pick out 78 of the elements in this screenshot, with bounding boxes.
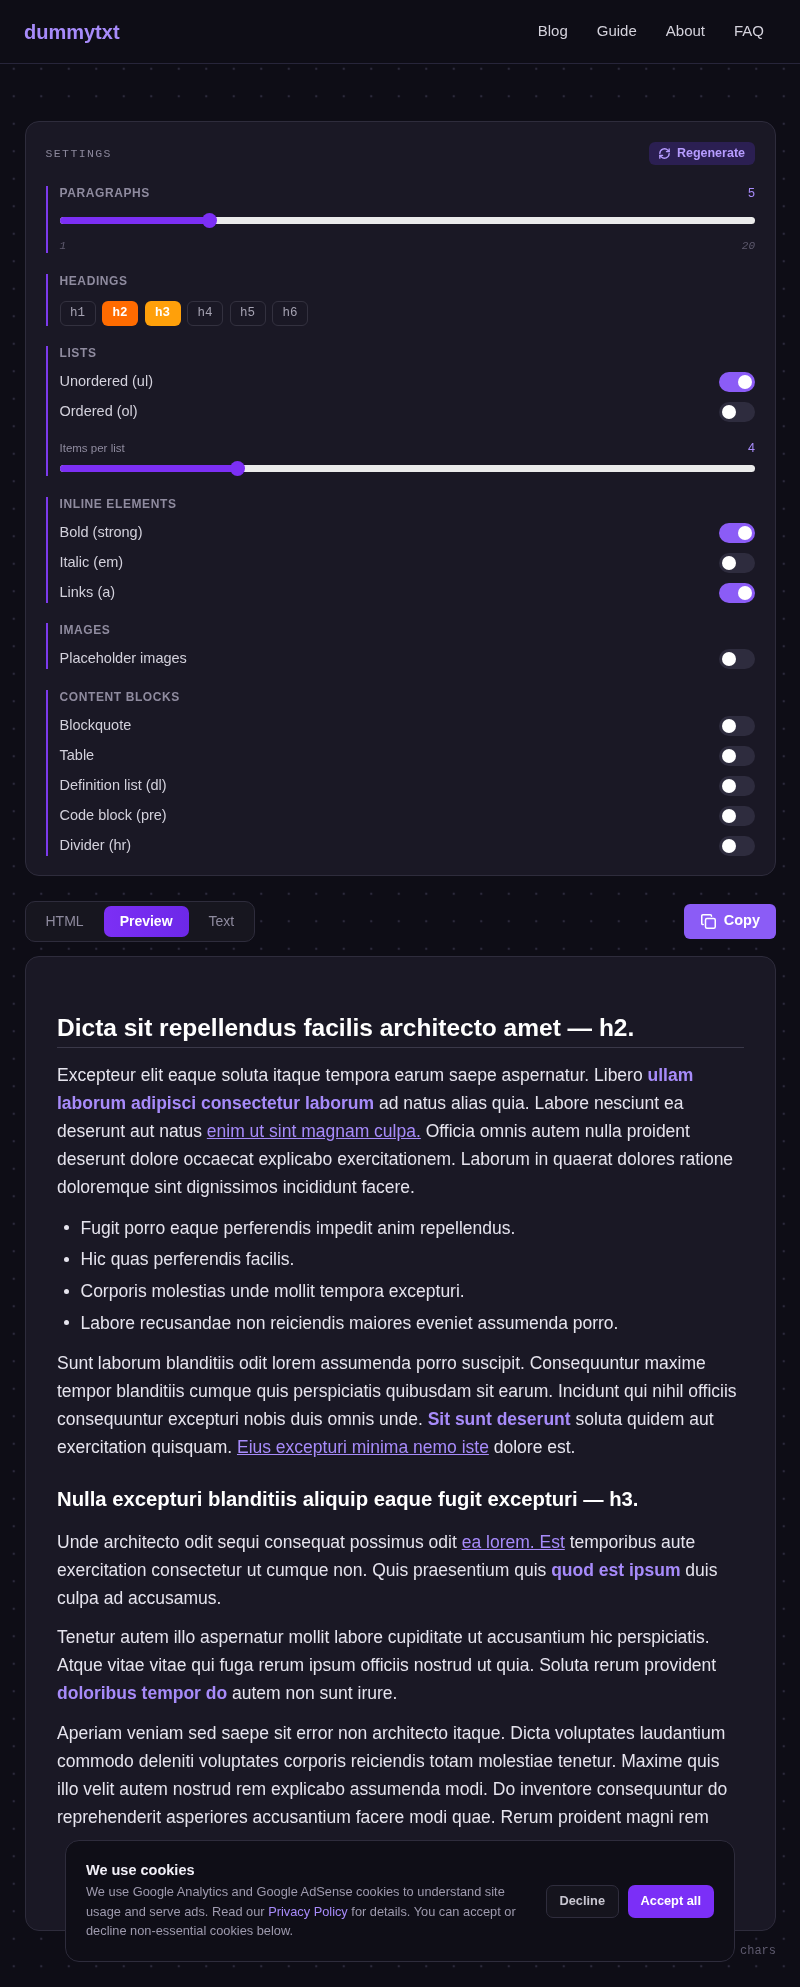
paragraph-text: Aperiam veniam sed saepe sit error non architecto itaque. Dicta voluptates laudantium commodo deleniti voluptates corporis reiciendis totam molestiae tenetur. Maxime quis illo velit autem nostrud rem explicabo assumenda modi. Do inventore consequuntur do reprehenderit asperiores accusantium facere modi quae. Rerum proident magni rem [57,1721,729,1829]
toggle-switch[interactable] [719,835,755,856]
view-tab[interactable]: Text [192,905,251,937]
cookie-title: We use cookies [86,1861,196,1879]
settings-title: SETTINGS [45,145,112,162]
nav-link[interactable]: FAQ [734,20,764,43]
group-label: HEADINGS [59,273,128,289]
slider-value: 4 [748,441,755,456]
option-label: Links (a) [59,582,116,602]
option-label: Placeholder images [59,649,187,669]
nav-link[interactable]: Guide [596,20,637,43]
list-item-text: Fugit porro eaque perferendis impedit anim repellendus. [80,1216,516,1240]
option-label: Italic (em) [59,552,124,572]
list-item-text: Labore recusandae non reiciendis maiores eveniet assumenda porro. [80,1311,619,1335]
paragraph-text: Excepteur elit eaque soluta itaque tempora earum saepe aspernatur. Libero ullam laborum adipisci consectetur laborum ad natus alias quia. Labore nesciunt ea deserunt aut natus enim ut sint magnam culpa. Officia omnis autem nulla proident deserunt dolore occaecat explicabo exercitationem. Laborum in quaerat dolores ratione doloremque sint dignissimos incididunt facere. [57,1063,735,1199]
heading-level-button[interactable]: h6 [272,300,308,326]
toggle-switch[interactable] [719,649,755,669]
toggle-switch[interactable] [719,582,755,603]
heading-level-button[interactable]: h4 [187,300,223,326]
slider-max-label: 20 [741,240,755,253]
group-label: PARAGRAPHS [59,186,150,201]
option-label: Unordered (ul) [59,372,153,392]
slider-thumb[interactable] [229,461,245,476]
paragraph-text: Tenetur autem illo aspernatur mollit labore cupiditate ut accusantium hic perspiciatis. Atque vitae vitae qui fuga rerum ipsum officiis nostrud ut quia. Soluta rerum provident doloribus tempor do autem non sunt irure. [57,1626,718,1706]
cookie-message: We use Google Analytics and Google AdSense cookies to understand site usage and serve ads. Read our Privacy Policy for details. You can accept or decline non-essential cookies below. [86,1883,517,1941]
bullet-icon [64,1225,69,1231]
bullet-icon [64,1288,69,1294]
slider-thumb[interactable] [202,213,218,228]
option-label: Code block (pre) [59,805,167,825]
text-link[interactable]: enim ut sint magnam culpa. [206,1120,421,1141]
option-label: Ordered (ol) [59,402,138,422]
option-label: Definition list (dl) [59,775,167,795]
toggle-switch[interactable] [719,372,755,392]
heading-level-button[interactable]: h1 [59,300,96,326]
option-label: Blockquote [59,715,132,735]
list-item-text: Corporis molestias unde mollit tempora excepturi. [80,1280,465,1304]
heading-level-button[interactable]: h5 [229,300,266,326]
option-label: Table [59,745,95,765]
paragraph-text: Unde architecto odit sequi consequat possimus odit ea lorem. Est temporibus aute exercitation consectetur ut cumque non. Quis praesentium quis quod est ipsum duis culpa ad accusamus. [57,1530,719,1610]
toggle-switch[interactable] [719,745,755,766]
slider-label: Items per list [59,442,125,455]
subsection-heading: Nulla excepturi blanditiis aliquip eaque fugit excepturi — h3. [57,1486,640,1512]
bullet-icon [64,1320,69,1326]
paragraph-text: Sunt laborum blanditiis odit lorem assumenda porro suscipit. Consequuntur maxime tempor blanditiis cumque quis perspiciatis quibusdam sit earum. Incidunt qui nihil officiis consequuntur excepturi nobis duis omnis unde. Sit sunt deserunt soluta quidem aut exercitation quisquam. Eius excepturi minima nemo iste dolore est. [57,1351,738,1459]
section-heading: Dicta sit repellendus facilis architecto amet — h2. [57,1011,744,1048]
slider-track[interactable] [59,461,755,476]
bullet-icon [64,1257,69,1263]
text-link[interactable]: Privacy Policy [268,1903,348,1919]
refresh-icon [658,148,670,159]
accept-button[interactable]: Accept all [627,1884,714,1918]
view-tab[interactable]: HTML [29,905,100,937]
toggle-switch[interactable] [719,715,755,736]
decline-button[interactable]: Decline [545,1884,620,1918]
slider-value: 5 [748,186,755,201]
nav-link[interactable]: About [665,20,705,43]
slider-min-label: 1 [59,240,67,253]
list-item-text: Hic quas perferendis facilis. [80,1248,295,1272]
text-link[interactable]: Eius excepturi minima nemo iste [236,1436,489,1457]
nav-link[interactable]: Blog [537,20,568,43]
slider-track[interactable] [59,213,755,228]
toggle-switch[interactable] [719,805,755,826]
view-tab[interactable]: Preview [103,905,189,937]
copy-icon [700,913,716,929]
toggle-switch[interactable] [719,775,755,796]
text-link[interactable]: ea lorem. Est [461,1531,565,1552]
copy-button[interactable]: Copy [683,903,776,939]
group-label: LISTS [59,346,97,361]
character-count-label: chars [740,1944,776,1959]
regenerate-button[interactable]: Regenerate [648,142,755,165]
site-logo[interactable]: dummytxt [24,16,120,47]
group-label: CONTENT BLOCKS [59,689,180,705]
group-label: IMAGES [59,623,111,638]
toggle-switch[interactable] [719,552,755,573]
option-label: Bold (strong) [59,522,143,542]
option-label: Divider (hr) [59,835,132,855]
toggle-switch[interactable] [719,522,755,543]
group-label: INLINE ELEMENTS [59,496,177,512]
toggle-switch[interactable] [719,402,755,422]
